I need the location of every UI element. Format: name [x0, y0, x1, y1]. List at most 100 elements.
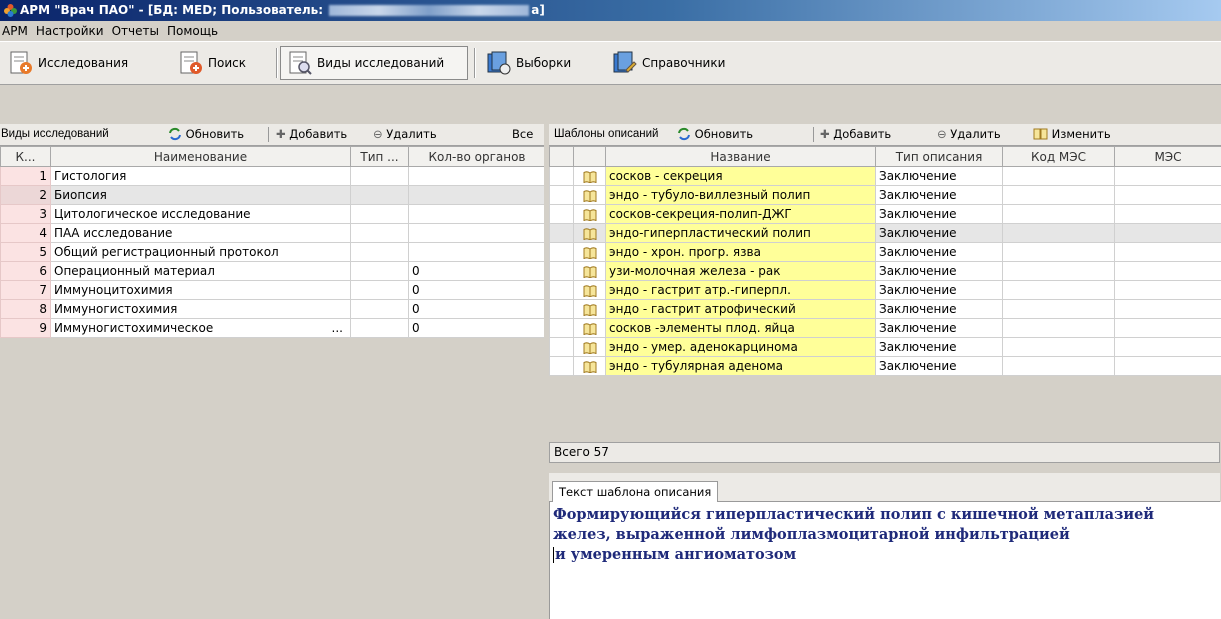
table-row[interactable]: 4 ПАА исследование [0, 223, 546, 243]
right-delete-button[interactable]: ⊖ Удалить [937, 124, 1001, 145]
cell-description-type: Заключение [875, 204, 1003, 224]
left-delete-button[interactable]: ⊖ Удалить [373, 124, 437, 145]
toolbar-label-research-types: Виды исследований [317, 56, 445, 70]
table-row[interactable]: сосков-секреция-полип-ДЖГ Заключение [549, 204, 1221, 224]
toolbar-button-references[interactable]: Справочники [606, 46, 756, 80]
table-row[interactable]: сосков -элементы плод. яйца Заключение [549, 318, 1221, 338]
right-add-button[interactable]: ✚ Добавить [820, 124, 891, 145]
table-row[interactable]: эндо - тубуло-виллезный полип Заключение [549, 185, 1221, 205]
right-edit-button[interactable]: Изменить [1033, 124, 1111, 145]
column-header-name[interactable]: Наименование [50, 146, 351, 167]
cell-mes-code [1002, 185, 1115, 205]
cell-template-name: сосков - секреция [605, 166, 876, 186]
cell-mes-code [1002, 204, 1115, 224]
table-row[interactable]: 5 Общий регистрационный протокол [0, 242, 546, 262]
cell-template-name: сосков-секреция-полип-ДЖГ [605, 204, 876, 224]
table-row[interactable]: узи-молочная железа - рак Заключение [549, 261, 1221, 281]
table-row[interactable]: эндо - гастрит атрофический Заключение [549, 299, 1221, 319]
toolbar-label-search: Поиск [208, 56, 247, 70]
cell-mes-code [1002, 280, 1115, 300]
cell-name-text: Цитологическое исследование [54, 207, 251, 221]
left-all-button[interactable]: Все [512, 124, 533, 145]
table-row[interactable]: 3 Цитологическое исследование [0, 204, 546, 224]
cell-code: 9 [0, 318, 51, 338]
cell-template-name: узи-молочная железа - рак [605, 261, 876, 281]
toolbar-separator [276, 48, 278, 78]
cell-mes-code [1002, 223, 1115, 243]
column-header-organ-count[interactable]: Кол-во органов [408, 146, 546, 167]
refresh-icon [169, 127, 181, 141]
cell-mes-code [1002, 356, 1115, 376]
right-delete-label: Удалить [950, 127, 1001, 141]
column-header-description-type[interactable]: Тип описания [875, 146, 1003, 167]
column-header-template-name[interactable]: Название [605, 146, 876, 167]
toolbar-button-research[interactable]: Исследования [2, 46, 165, 80]
column-header-code[interactable]: К... [0, 146, 51, 167]
cell-code: 2 [0, 185, 51, 205]
refresh-icon [678, 127, 690, 141]
toolbar-button-search[interactable]: Поиск [172, 46, 272, 80]
table-row[interactable]: 9 Иммуногистохимическое... 0 [0, 318, 546, 338]
table-row[interactable]: 2 Биопсия [0, 185, 546, 205]
table-row[interactable]: сосков - секреция Заключение [549, 166, 1221, 186]
cell-description-type: Заключение [875, 185, 1003, 205]
menu-help[interactable]: Помощь [163, 21, 222, 41]
table-row[interactable]: 7 Иммуноцитохимия 0 [0, 280, 546, 300]
cell-mes [1114, 242, 1221, 262]
right-refresh-button[interactable]: Обновить [677, 124, 753, 145]
cell-row-marker [549, 318, 574, 338]
cell-name-text: Операционный материал [54, 264, 215, 278]
cell-name: Иммуногистохимия [50, 299, 351, 319]
tab-template-text[interactable]: Текст шаблона описания [552, 481, 719, 502]
table-row[interactable]: 8 Иммуногистохимия 0 [0, 299, 546, 319]
table-row[interactable]: эндо - хрон. прогр. язва Заключение [549, 242, 1221, 262]
cell-template-name: эндо-гиперпластический полип [605, 223, 876, 243]
book-edit-icon [1033, 128, 1048, 140]
cell-organ-count: 0 [408, 261, 546, 281]
cell-description-type: Заключение [875, 166, 1003, 186]
left-refresh-button[interactable]: Обновить [168, 124, 244, 145]
research-types-table: К... Наименование Тип ... Кол-во органов… [0, 146, 546, 338]
template-text-line-3: и умеренным ангиоматозом [553, 545, 1221, 565]
cell-type [350, 280, 409, 300]
cell-name-text: Гистология [54, 169, 127, 183]
main-toolbar: Исследования Поиск Виды исследований Выб… [0, 41, 1221, 85]
toolbar-button-research-types[interactable]: Виды исследований [280, 46, 468, 80]
cell-organ-count [408, 166, 546, 186]
menu-settings[interactable]: Настройки [32, 21, 108, 41]
cell-template-name: эндо - хрон. прогр. язва [605, 242, 876, 262]
column-header-mes[interactable]: МЭС [1114, 146, 1221, 167]
cell-name-text: Иммуноцитохимия [54, 283, 173, 297]
book-icon [583, 341, 596, 354]
table-row[interactable]: эндо - умер. аденокарцинома Заключение [549, 337, 1221, 357]
right-add-label: Добавить [833, 127, 892, 141]
table-row[interactable]: эндо - гастрит атр.-гиперпл. Заключение [549, 280, 1221, 300]
menu-arm[interactable]: АРМ [0, 21, 32, 41]
toolbar-label-research: Исследования [38, 56, 129, 70]
menu-reports[interactable]: Отчеты [108, 21, 163, 41]
cell-organ-count [408, 242, 546, 262]
right-panel-title: Шаблоны описаний [554, 128, 659, 140]
toolbar-button-selections[interactable]: Выборки [480, 46, 588, 80]
column-header-type[interactable]: Тип ... [350, 146, 409, 167]
cell-name-text: Биопсия [54, 188, 107, 202]
cell-row-marker [549, 299, 574, 319]
cell-name: Операционный материал [50, 261, 351, 281]
cell-ellipsis-button[interactable]: ... [332, 321, 347, 335]
toolbar-separator [813, 127, 814, 142]
cell-mes-code [1002, 318, 1115, 338]
cell-icon [573, 299, 606, 319]
left-add-button[interactable]: ✚ Добавить [276, 124, 347, 145]
table-row[interactable]: 6 Операционный материал 0 [0, 261, 546, 281]
toolbar-label-selections: Выборки [516, 56, 572, 70]
column-header-mes-code[interactable]: Код МЭС [1002, 146, 1115, 167]
table-row[interactable]: эндо-гиперпластический полип Заключение [549, 223, 1221, 243]
cell-type [350, 166, 409, 186]
left-refresh-label: Обновить [185, 127, 245, 141]
table-row[interactable]: 1 Гистология [0, 166, 546, 186]
template-text-editor[interactable]: Формирующийся гиперпластический полип с … [549, 502, 1221, 619]
column-header-icon[interactable] [573, 146, 606, 167]
column-header-blank[interactable] [549, 146, 574, 167]
cell-mes [1114, 337, 1221, 357]
table-row[interactable]: эндо - тубулярная аденома Заключение [549, 356, 1221, 376]
